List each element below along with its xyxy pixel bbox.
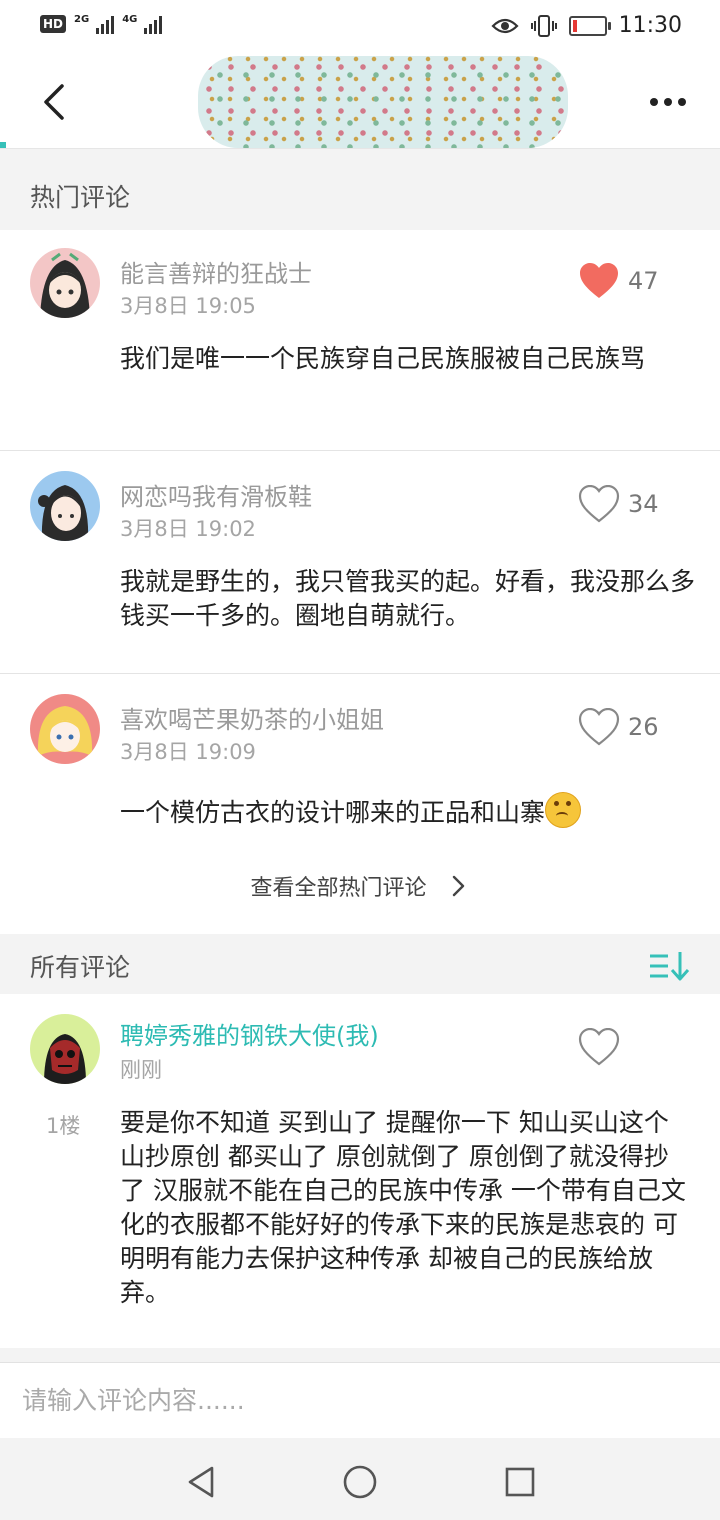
comment-author[interactable]: 喜欢喝芒果奶茶的小姐姐 bbox=[120, 700, 384, 735]
comment-author[interactable]: 网恋吗我有滑板鞋 bbox=[120, 477, 312, 512]
nav-back-icon[interactable] bbox=[182, 1462, 222, 1502]
hot-comments-list: 能言善辩的狂战士 3月8日 19:05 47 我们是唯一一个民族穿自己民族服被自… bbox=[0, 230, 720, 934]
comment-time: 刚刚 bbox=[120, 1058, 162, 1082]
sim2-signal-icon: 4G bbox=[122, 14, 163, 34]
app-bar bbox=[0, 56, 720, 149]
avatar[interactable] bbox=[30, 471, 100, 541]
like-count: 26 bbox=[628, 713, 659, 741]
all-comments-header: 所有评论 bbox=[0, 934, 720, 994]
avatar[interactable] bbox=[30, 1014, 100, 1084]
comment-text: 我们是唯一一个民族穿自己民族服被自己民族骂 bbox=[120, 344, 646, 373]
comment-time: 3月8日 19:09 bbox=[120, 740, 256, 764]
more-dot-icon bbox=[678, 98, 686, 106]
nav-recents-icon[interactable] bbox=[500, 1462, 540, 1502]
upside-down-face-emoji-icon bbox=[545, 792, 582, 828]
battery-level bbox=[572, 19, 577, 32]
view-all-hot-comments-link[interactable]: 查看全部热门评论 bbox=[0, 870, 720, 902]
sim2-network-label: 4G bbox=[122, 14, 138, 25]
like-button[interactable]: 34 bbox=[578, 485, 659, 523]
heart-outline-icon bbox=[578, 485, 620, 523]
back-arrow-icon bbox=[44, 84, 64, 120]
vibrate-icon bbox=[530, 14, 557, 37]
heart-outline-icon bbox=[578, 1028, 620, 1066]
like-button[interactable] bbox=[578, 1028, 620, 1066]
like-count: 34 bbox=[628, 490, 659, 518]
view-all-label: 查看全部热门评论 bbox=[250, 876, 427, 901]
comment-input-bar[interactable]: 请输入评论内容...... bbox=[0, 1362, 720, 1439]
nav-home-icon[interactable] bbox=[340, 1462, 380, 1502]
tab-indicator bbox=[0, 142, 6, 148]
like-button[interactable]: 26 bbox=[578, 708, 659, 746]
back-button[interactable] bbox=[30, 74, 86, 130]
avatar[interactable] bbox=[30, 694, 100, 764]
chevron-right-icon bbox=[452, 875, 464, 897]
hd-badge: HD bbox=[40, 15, 67, 33]
divider bbox=[0, 673, 720, 674]
status-icons: 11:30 bbox=[491, 13, 682, 38]
all-comments-list: 聘婷秀雅的钢铁大使(我) 刚刚 1楼 要是你不知道 买到山了 提醒你一下 知山买… bbox=[0, 994, 720, 1348]
signal-area: HD 2G 4G bbox=[40, 14, 163, 34]
sim1-network-label: 2G bbox=[74, 14, 90, 25]
comment-input-placeholder[interactable]: 请输入评论内容...... bbox=[22, 1381, 245, 1417]
system-nav-bar bbox=[0, 1438, 720, 1520]
comment-time: 3月8日 19:05 bbox=[120, 294, 256, 318]
heart-outline-icon bbox=[578, 708, 620, 746]
heart-filled-icon bbox=[580, 263, 618, 298]
more-dot-icon bbox=[664, 98, 672, 106]
avatar[interactable] bbox=[30, 248, 100, 318]
more-options-button[interactable] bbox=[636, 74, 700, 130]
redacted-title-mask bbox=[198, 56, 568, 148]
more-dot-icon bbox=[650, 98, 658, 106]
all-comments-title: 所有评论 bbox=[30, 953, 131, 982]
floor-number: 1楼 bbox=[46, 1114, 81, 1138]
like-count: 47 bbox=[628, 267, 659, 295]
comment-time: 3月8日 19:02 bbox=[120, 517, 256, 541]
sort-icon[interactable] bbox=[648, 948, 692, 984]
comment-text: 一个模仿古衣的设计哪来的正品和山寨 bbox=[120, 792, 695, 830]
comment-text-body: 一个模仿古衣的设计哪来的正品和山寨 bbox=[120, 798, 546, 827]
comment-text: 我就是野生的，我只管我买的起。好看，我没那么多钱买一千多的。圈地自萌就行。 bbox=[120, 567, 696, 630]
comment-author[interactable]: 聘婷秀雅的钢铁大使(我) bbox=[120, 1016, 379, 1051]
like-button[interactable]: 47 bbox=[578, 262, 659, 300]
comment-author[interactable]: 能言善辩的狂战士 bbox=[120, 254, 312, 289]
battery-icon bbox=[568, 15, 611, 36]
hot-comments-title: 热门评论 bbox=[30, 183, 131, 212]
divider bbox=[0, 450, 720, 451]
eye-comfort-icon bbox=[491, 18, 519, 33]
sim1-signal-icon: 2G bbox=[74, 14, 115, 34]
status-bar: HD 2G 4G 11:30 bbox=[0, 0, 720, 56]
hot-comments-header: 热门评论 bbox=[0, 158, 720, 230]
clock: 11:30 bbox=[618, 13, 682, 38]
comment-text: 要是你不知道 买到山了 提醒你一下 知山买山这个 山抄原创 都买山了 原创就倒了… bbox=[120, 1108, 686, 1307]
